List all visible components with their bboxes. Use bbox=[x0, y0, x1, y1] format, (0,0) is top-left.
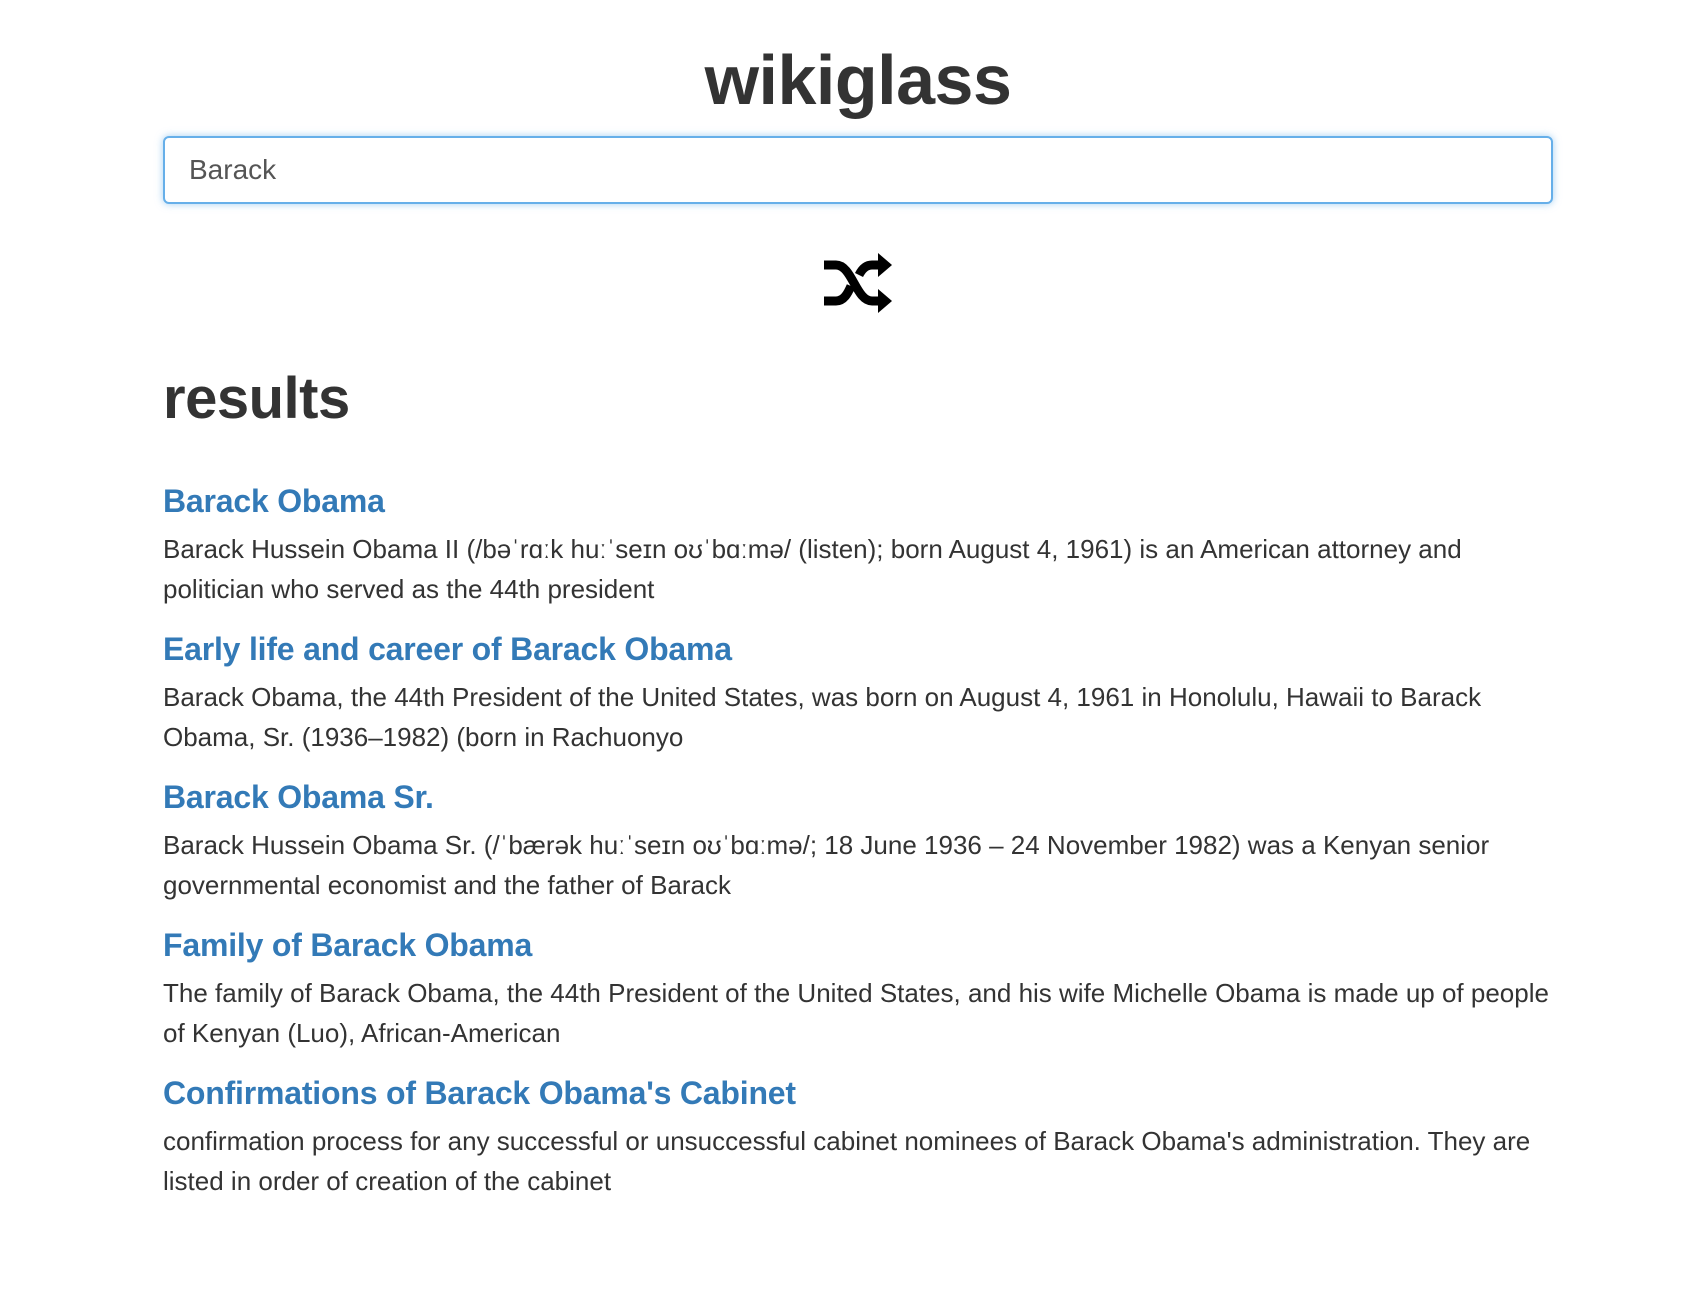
result-title-link[interactable]: Barack Obama bbox=[163, 481, 385, 521]
search-input[interactable] bbox=[189, 154, 1551, 186]
result-item: Early life and career of Barack Obama Ba… bbox=[163, 629, 1553, 757]
result-item: Confirmations of Barack Obama's Cabinet … bbox=[163, 1073, 1553, 1201]
shuffle-container bbox=[163, 248, 1553, 318]
result-title-link[interactable]: Early life and career of Barack Obama bbox=[163, 629, 732, 669]
result-title-link[interactable]: Confirmations of Barack Obama's Cabinet bbox=[163, 1073, 796, 1113]
shuffle-icon bbox=[824, 253, 892, 313]
results-list: Barack Obama Barack Hussein Obama II (/b… bbox=[163, 481, 1553, 1221]
result-snippet: The family of Barack Obama, the 44th Pre… bbox=[163, 978, 1549, 1048]
result-item: Barack Obama Sr. Barack Hussein Obama Sr… bbox=[163, 777, 1553, 905]
page: wikiglass results Barack Obama Barack Hu… bbox=[163, 0, 1553, 1221]
result-snippet: confirmation process for any successful … bbox=[163, 1126, 1531, 1196]
result-title-link[interactable]: Barack Obama Sr. bbox=[163, 777, 434, 817]
result-snippet: Barack Obama, the 44th President of the … bbox=[163, 682, 1482, 752]
result-item: Barack Obama Barack Hussein Obama II (/b… bbox=[163, 481, 1553, 609]
result-snippet: Barack Hussein Obama Sr. (/ˈbærək huːˈse… bbox=[163, 830, 1490, 900]
result-snippet: Barack Hussein Obama II (/bəˈrɑːk huːˈse… bbox=[163, 534, 1462, 604]
random-article-button[interactable] bbox=[820, 248, 896, 318]
results-heading: results bbox=[163, 366, 350, 431]
app-title: wikiglass bbox=[704, 41, 1012, 119]
result-title-link[interactable]: Family of Barack Obama bbox=[163, 925, 532, 965]
result-item: Family of Barack Obama The family of Bar… bbox=[163, 925, 1553, 1053]
search-box[interactable] bbox=[163, 136, 1553, 204]
